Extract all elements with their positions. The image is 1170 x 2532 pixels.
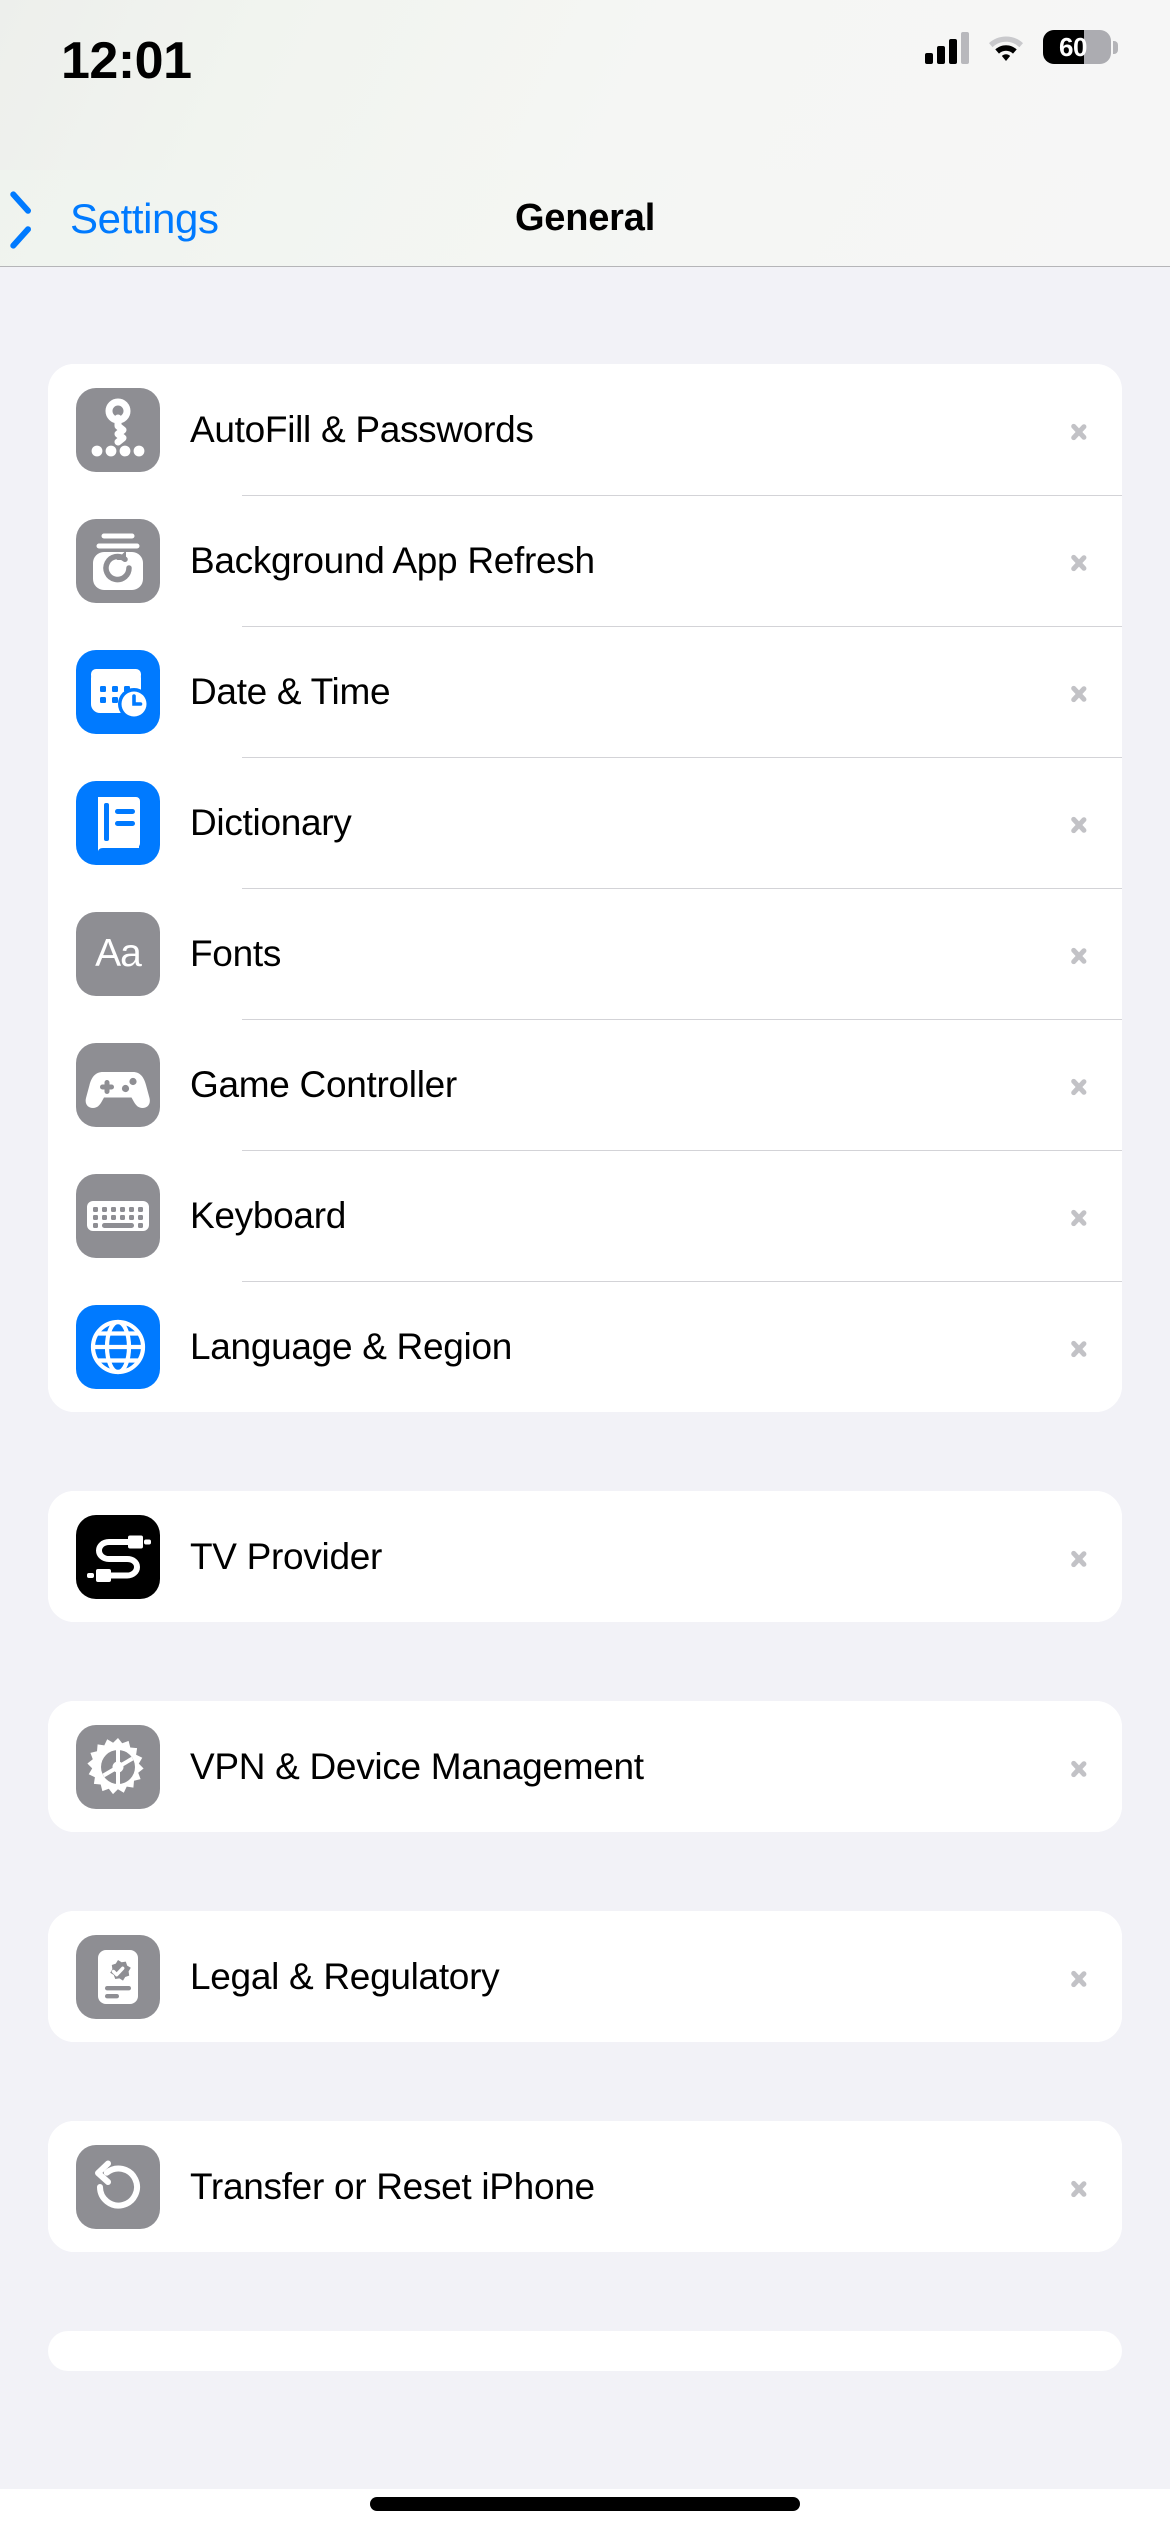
settings-row-tv-provider[interactable]: TV Provider <box>48 1491 1122 1622</box>
settings-row-fonts[interactable]: Aa Fonts <box>48 888 1122 1019</box>
status-bar: 12:01 60 <box>0 0 1170 170</box>
settings-list: AutoFill & Passwords Background App Refr… <box>0 267 1170 2532</box>
battery-icon: 60 <box>1043 30 1118 64</box>
chevron-right-icon <box>1071 1332 1088 1362</box>
settings-row-label: AutoFill & Passwords <box>190 408 534 450</box>
calendar-clock-icon <box>76 649 160 734</box>
settings-row-label: Legal & Regulatory <box>190 1955 500 1997</box>
reset-arrow-icon <box>76 2144 160 2229</box>
settings-row-label: Date & Time <box>190 670 391 712</box>
home-indicator-area <box>0 2489 1170 2532</box>
settings-group: AutoFill & Passwords Background App Refr… <box>48 364 1122 1412</box>
settings-row-label: Keyboard <box>190 1194 346 1236</box>
chevron-right-icon <box>1071 1070 1088 1100</box>
chevron-right-icon <box>1071 939 1088 969</box>
settings-row-label: Fonts <box>190 932 282 974</box>
background-app-refresh-icon <box>76 518 160 603</box>
gear-icon <box>76 1724 160 1809</box>
chevron-right-icon <box>1071 1542 1088 1572</box>
tv-provider-cable-icon <box>76 1514 160 1599</box>
settings-row-keyboard[interactable]: Keyboard <box>48 1150 1122 1281</box>
settings-general-screen: 12:01 60 Settings General AutoFill & Pas… <box>0 0 1170 2532</box>
settings-group: Legal & Regulatory <box>48 1911 1122 2042</box>
legal-document-icon <box>76 1934 160 2019</box>
chevron-right-icon <box>1071 2172 1088 2202</box>
game-controller-icon <box>76 1042 160 1127</box>
chevron-right-icon <box>1071 415 1088 445</box>
settings-row-label: Transfer or Reset iPhone <box>190 2165 595 2207</box>
chevron-right-icon <box>1071 677 1088 707</box>
status-bar-indicators: 60 <box>925 30 1118 64</box>
settings-row-label: VPN & Device Management <box>190 1745 644 1787</box>
settings-row-label: TV Provider <box>190 1535 383 1577</box>
chevron-right-icon <box>1071 1752 1088 1782</box>
settings-row-label: Language & Region <box>190 1325 513 1367</box>
chevron-right-icon <box>1071 808 1088 838</box>
home-indicator[interactable] <box>370 2497 800 2511</box>
battery-level-label: 60 <box>1059 31 1087 62</box>
settings-row-label: Game Controller <box>190 1063 457 1105</box>
chevron-right-icon <box>1071 1962 1088 1992</box>
settings-row-transfer-or-reset-iphone[interactable]: Transfer or Reset iPhone <box>48 2121 1122 2252</box>
key-passwords-icon <box>76 387 160 472</box>
fonts-icon-label: Aa <box>95 931 142 975</box>
settings-row-label: Background App Refresh <box>190 539 595 581</box>
fonts-aa-icon: Aa <box>76 911 160 996</box>
chevron-right-icon <box>1071 1201 1088 1231</box>
cellular-signal-icon <box>925 30 969 64</box>
settings-row-game-controller[interactable]: Game Controller <box>48 1019 1122 1150</box>
settings-row-label: Dictionary <box>190 801 352 843</box>
book-icon <box>76 780 160 865</box>
status-bar-time: 12:01 <box>61 32 192 90</box>
settings-row-vpn-device-management[interactable]: VPN & Device Management <box>48 1701 1122 1832</box>
navigation-bar: Settings General <box>0 170 1170 267</box>
settings-group-partial <box>48 2331 1122 2371</box>
settings-row-background-app-refresh[interactable]: Background App Refresh <box>48 495 1122 626</box>
settings-row-date-time[interactable]: Date & Time <box>48 626 1122 757</box>
settings-row-dictionary[interactable]: Dictionary <box>48 757 1122 888</box>
wifi-icon <box>985 31 1027 63</box>
settings-row-language-region[interactable]: Language & Region <box>48 1281 1122 1412</box>
settings-group: TV Provider <box>48 1491 1122 1622</box>
page-title: General <box>514 197 656 239</box>
settings-group: VPN & Device Management <box>48 1701 1122 1832</box>
chevron-right-icon <box>1071 546 1088 576</box>
keyboard-icon <box>76 1173 160 1258</box>
settings-group: Transfer or Reset iPhone <box>48 2121 1122 2252</box>
globe-icon <box>76 1304 160 1389</box>
settings-row-legal-regulatory[interactable]: Legal & Regulatory <box>48 1911 1122 2042</box>
settings-row-autofill-passwords[interactable]: AutoFill & Passwords <box>48 364 1122 495</box>
